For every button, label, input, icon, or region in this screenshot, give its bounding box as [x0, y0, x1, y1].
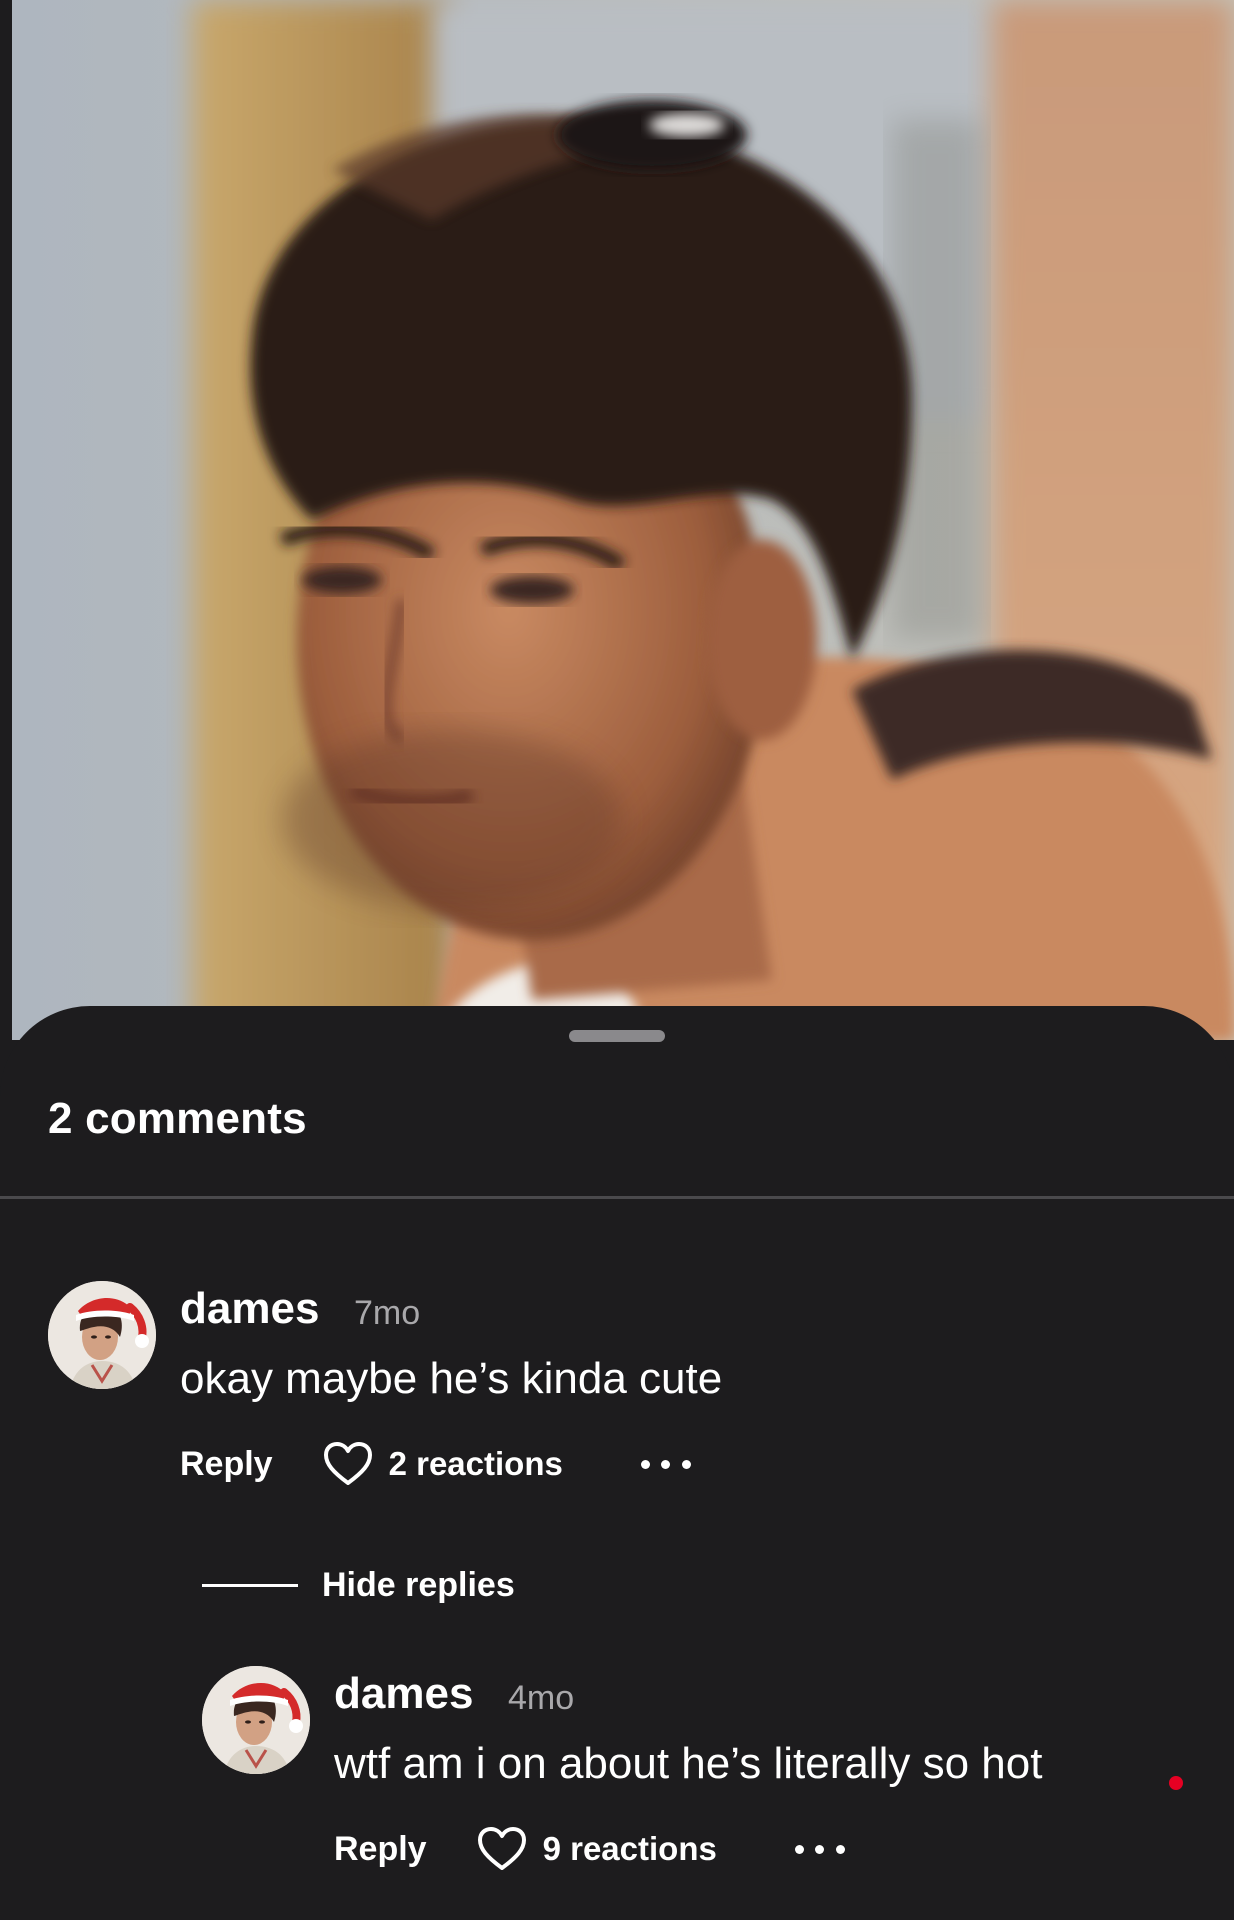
pin-photo[interactable] — [12, 0, 1234, 1040]
comment-actions: Reply 9 reactions — [334, 1823, 845, 1875]
react-button[interactable]: 9 reactions — [477, 1826, 717, 1872]
pin-comments-screen: 2 comments dames 7mo okay maybe he’s kin… — [0, 0, 1234, 1920]
more-horizontal-icon[interactable] — [794, 1842, 845, 1856]
notification-dot — [1169, 1776, 1183, 1790]
heart-outline-icon — [477, 1827, 526, 1870]
reactions-count: 9 reactions — [542, 1830, 717, 1867]
comment-author[interactable]: dames — [334, 1669, 473, 1719]
comments-sheet: 2 comments dames 7mo okay maybe he’s kin… — [0, 1006, 1234, 1920]
comment-timestamp: 4mo — [508, 1679, 575, 1717]
reply-comment: dames 4mo wtf am i on about he’s literal… — [0, 1006, 1234, 1906]
comment-text: wtf am i on about he’s literally so hot — [334, 1739, 1043, 1788]
avatar[interactable] — [202, 1666, 310, 1774]
pin-photo-illustration — [12, 0, 1234, 1040]
avatar-image — [202, 1666, 310, 1774]
left-gutter — [0, 0, 12, 1040]
reply-button[interactable]: Reply — [334, 1830, 427, 1869]
